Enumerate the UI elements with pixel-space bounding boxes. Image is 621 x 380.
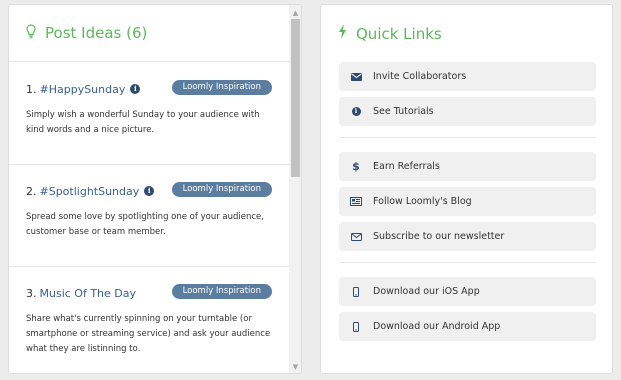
link-label: Download our Android App	[373, 321, 501, 332]
divider	[339, 262, 596, 263]
invite-collaborators-button[interactable]: Invite Collaborators	[339, 62, 596, 91]
post-ideas-list: 1. #HappySunday i Loomly Inspiration Sim…	[9, 63, 289, 373]
post-idea-item: 2. #SpotlightSunday i Loomly Inspiration…	[9, 165, 289, 267]
idea-description: Simply wish a wonderful Sunday to your a…	[26, 110, 260, 135]
idea-number: 3.	[26, 286, 37, 300]
envelope-icon	[349, 72, 363, 81]
post-idea-item: 1. #HappySunday i Loomly Inspiration Sim…	[9, 63, 289, 165]
loomly-inspiration-badge: Loomly Inspiration	[171, 182, 272, 197]
newspaper-icon	[349, 197, 363, 206]
see-tutorials-button[interactable]: i See Tutorials	[339, 97, 596, 126]
scroll-up-arrow-icon[interactable]: ▲	[289, 7, 301, 19]
post-idea-item: 3. Music Of The Day Loomly Inspiration S…	[9, 267, 289, 369]
quick-links-header: Quick Links	[321, 5, 612, 62]
follow-blog-button[interactable]: Follow Loomly's Blog	[339, 187, 596, 216]
idea-description: Spread some love by spotlighting one of …	[26, 212, 264, 237]
idea-title-link[interactable]: #HappySunday	[40, 83, 126, 96]
loomly-inspiration-badge: Loomly Inspiration	[171, 80, 272, 95]
bolt-icon	[338, 24, 347, 43]
download-ios-app-button[interactable]: Download our iOS App	[339, 277, 596, 306]
download-android-app-button[interactable]: Download our Android App	[339, 312, 596, 341]
quick-links-list: Invite Collaborators i See Tutorials $ E…	[339, 62, 596, 347]
idea-number: 2.	[26, 184, 37, 198]
lightbulb-icon	[26, 23, 36, 43]
loomly-inspiration-badge: Loomly Inspiration	[171, 284, 272, 299]
scrollbar-thumb[interactable]	[291, 19, 300, 177]
quick-links-panel: Quick Links Invite Collaborators i See T…	[320, 4, 613, 374]
link-label: See Tutorials	[373, 106, 434, 117]
idea-title-link[interactable]: #SpotlightSunday	[40, 185, 140, 198]
link-label: Subscribe to our newsletter	[373, 231, 505, 242]
link-label: Follow Loomly's Blog	[373, 196, 472, 207]
idea-number: 1.	[26, 82, 37, 96]
link-label: Earn Referrals	[373, 161, 440, 172]
subscribe-newsletter-button[interactable]: Subscribe to our newsletter	[339, 222, 596, 251]
idea-description: Share what's currently spinning on your …	[26, 314, 271, 354]
post-ideas-header: Post Ideas (6)	[9, 5, 301, 62]
info-circle-icon: i	[349, 107, 363, 116]
quick-links-title: Quick Links	[356, 24, 442, 43]
envelope-outline-icon	[349, 232, 363, 241]
info-icon[interactable]: i	[144, 186, 155, 196]
idea-title-link[interactable]: Music Of The Day	[40, 287, 137, 300]
post-ideas-title: Post Ideas (6)	[45, 24, 148, 42]
link-label: Download our iOS App	[373, 286, 480, 297]
earn-referrals-button[interactable]: $ Earn Referrals	[339, 152, 596, 181]
mobile-icon	[349, 321, 363, 332]
link-label: Invite Collaborators	[373, 71, 467, 82]
info-icon[interactable]: i	[130, 84, 141, 94]
dollar-icon: $	[352, 160, 360, 173]
divider	[339, 137, 596, 138]
scrollbar[interactable]: ▲ ▼	[289, 5, 301, 373]
scroll-down-arrow-icon[interactable]: ▼	[289, 361, 301, 373]
mobile-icon	[349, 286, 363, 297]
post-ideas-panel: Post Ideas (6) 1. #HappySunday i Loomly …	[8, 4, 302, 374]
